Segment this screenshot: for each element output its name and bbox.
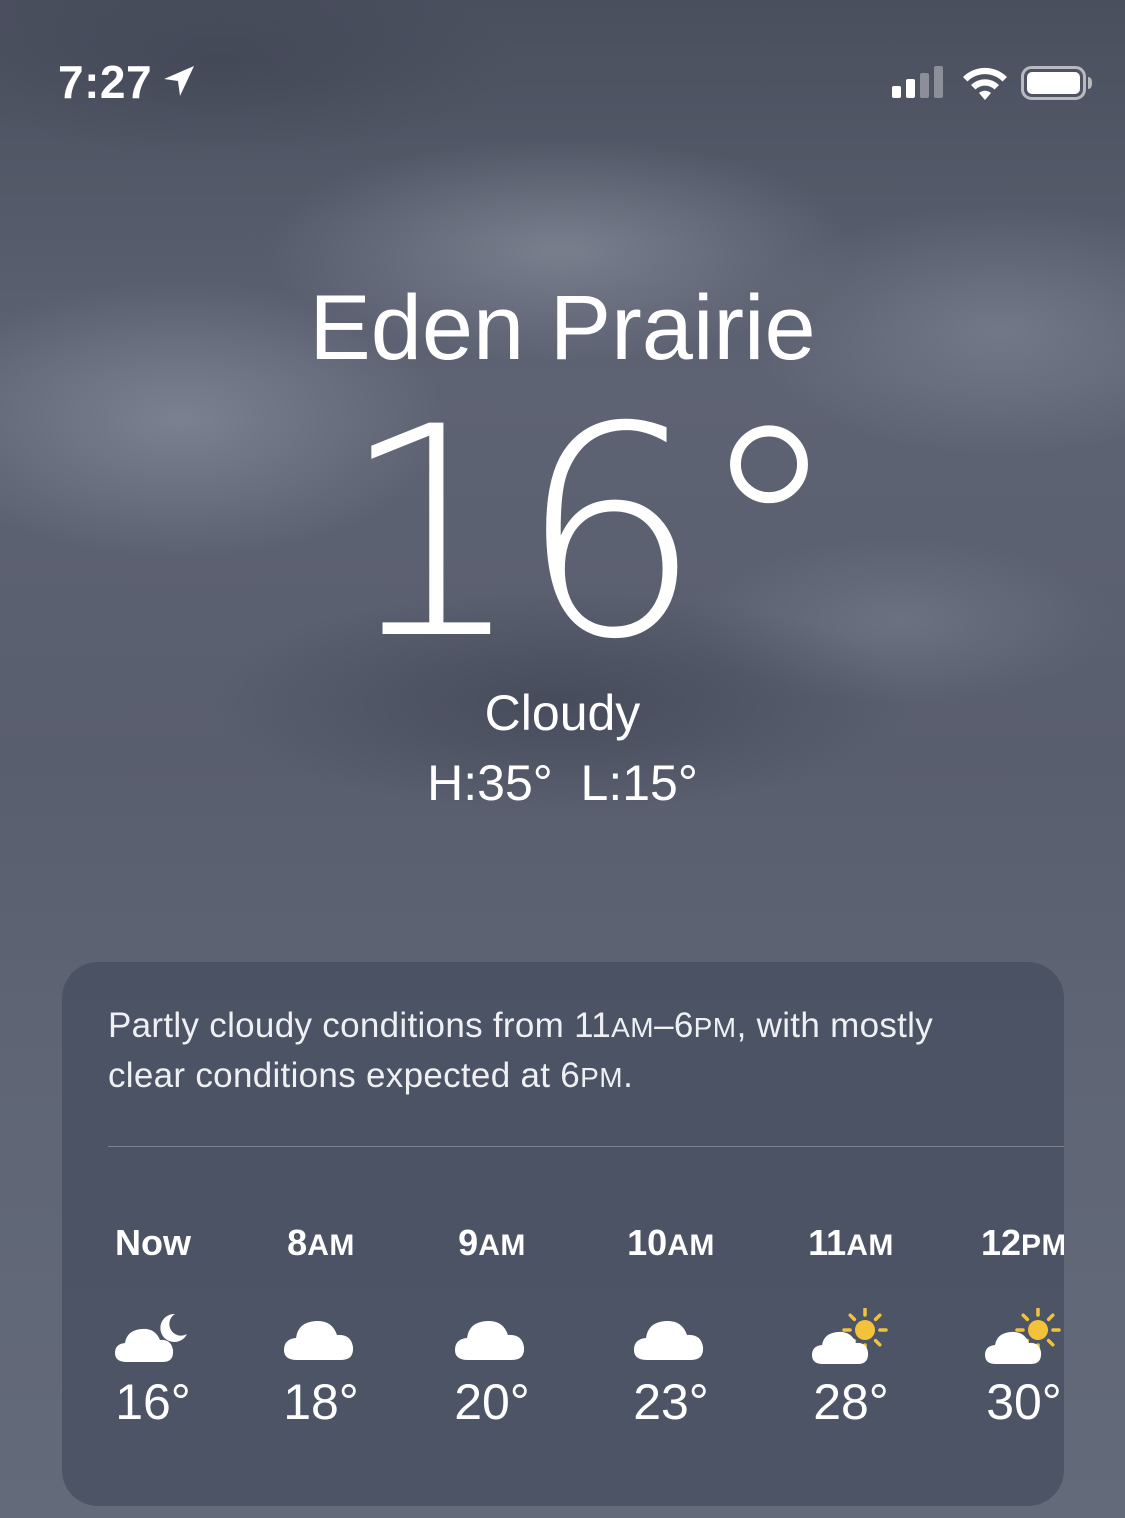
hourly-item: 12PM 30° (939, 1192, 1064, 1482)
hour-suffix: AM (846, 1229, 894, 1262)
location-arrow-icon (164, 66, 194, 96)
forecast-summary: Partly cloudy conditions from 11AM–6PM, … (108, 1002, 1008, 1102)
hour-label: 8AM (236, 1220, 406, 1269)
hour-temperature: 28° (813, 1374, 889, 1430)
hour-temperature: 20° (454, 1374, 530, 1430)
hourly-forecast-card[interactable]: Partly cloudy conditions from 11AM–6PM, … (62, 962, 1064, 1506)
city-name: Eden Prairie (309, 277, 816, 379)
summary-text: Partly cloudy conditions from 11 (108, 1006, 612, 1045)
summary-text: –6 (654, 1006, 694, 1045)
hourly-item: 9AM 20° (407, 1192, 577, 1482)
hour-temperature: 23° (633, 1374, 709, 1430)
hour-suffix: AM (307, 1229, 355, 1262)
hour-label: 10AM (586, 1220, 756, 1269)
hourly-item: 8AM 18° (236, 1192, 406, 1482)
partly-cloudy-day-icon (811, 1307, 891, 1368)
hour-time: 12 (980, 1222, 1022, 1263)
hour-label: 11AM (766, 1220, 936, 1269)
hour-suffix: AM (667, 1229, 715, 1262)
partly-cloudy-night-icon (113, 1308, 193, 1368)
hour-label: 12PM (939, 1220, 1064, 1269)
hour-suffix: AM (478, 1229, 526, 1262)
summary-time-suffix: PM (580, 1062, 624, 1093)
card-divider (108, 1146, 1064, 1147)
status-time: 7:27 (58, 56, 153, 108)
hour-suffix: PM (1021, 1229, 1064, 1262)
summary-time-suffix: PM (693, 1012, 737, 1043)
hour-temperature: 16° (115, 1374, 191, 1430)
cloud-icon (631, 1308, 711, 1368)
hourly-item: 11AM 28° (766, 1192, 936, 1482)
status-bar: 7:27 (0, 0, 1125, 160)
hour-time: 11 (808, 1222, 847, 1263)
hour-time: 9 (458, 1222, 479, 1263)
battery-full-icon (1021, 66, 1092, 100)
hourly-forecast-list[interactable]: Now 16° 8AM 18° 9AM 20° 10AM 23° 11AM 28° 12PM 30° (62, 1192, 1064, 1492)
hour-temperature: 30° (986, 1374, 1062, 1430)
hour-temperature: 18° (283, 1374, 359, 1430)
cloud-icon (281, 1308, 361, 1368)
hourly-item: Now 16° (68, 1192, 238, 1482)
hourly-item: 10AM 23° (586, 1192, 756, 1482)
summary-time-suffix: AM (611, 1012, 655, 1043)
hour-label: Now (68, 1220, 238, 1266)
hour-label: 9AM (407, 1220, 577, 1269)
cloud-icon (452, 1308, 532, 1368)
hour-time: Now (115, 1222, 191, 1263)
current-temperature: 16° (339, 366, 841, 703)
high-low-temperature: H:35° L:15° (427, 755, 698, 811)
hour-time: 8 (287, 1222, 308, 1263)
hour-time: 10 (627, 1222, 668, 1263)
summary-text: . (623, 1056, 634, 1095)
cellular-signal-icon (892, 66, 943, 98)
current-condition: Cloudy (484, 685, 641, 741)
partly-cloudy-day-icon (984, 1307, 1064, 1368)
wifi-icon (963, 67, 1007, 100)
